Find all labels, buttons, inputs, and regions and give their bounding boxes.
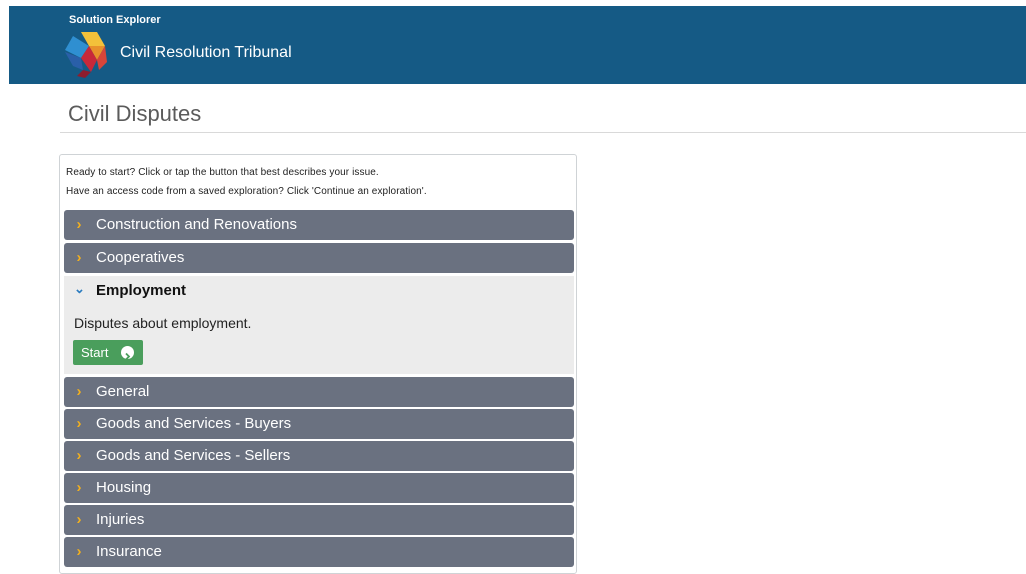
chevron-right-icon: › — [76, 447, 82, 464]
category-goods-sellers[interactable]: › Goods and Services - Sellers — [64, 441, 574, 471]
start-button[interactable]: Start — [73, 340, 143, 365]
access-code-hint: Have an access code from a saved explora… — [66, 186, 427, 197]
title-divider — [60, 132, 1026, 133]
chevron-down-icon[interactable]: ⌄ — [74, 281, 85, 297]
category-label: Cooperatives — [96, 249, 185, 266]
chevron-right-icon: › — [76, 383, 82, 400]
chevron-right-icon: › — [76, 249, 82, 266]
category-construction[interactable]: › Construction and Renovations — [64, 210, 574, 240]
chevron-right-icon: › — [76, 479, 82, 496]
category-label: Goods and Services - Sellers — [96, 447, 291, 464]
hexagon-logo-icon[interactable] — [61, 28, 113, 80]
category-injuries[interactable]: › Injuries — [64, 505, 574, 535]
chevron-right-icon: › — [76, 216, 82, 233]
category-general[interactable]: › General — [64, 377, 574, 407]
intro-text: Ready to start? Click or tap the button … — [66, 167, 379, 178]
category-employment-title[interactable]: Employment — [96, 282, 186, 299]
category-label: Housing — [96, 479, 152, 496]
category-label: Injuries — [96, 511, 145, 528]
chevron-right-icon: › — [76, 511, 82, 528]
category-label: Insurance — [96, 543, 162, 560]
play-circle-icon — [121, 346, 134, 361]
org-name: Civil Resolution Tribunal — [120, 44, 292, 61]
category-goods-buyers[interactable]: › Goods and Services - Buyers — [64, 409, 574, 439]
app-header: Solution Explorer Civil Resolution Tribu… — [9, 6, 1026, 84]
app-name: Solution Explorer — [69, 14, 161, 26]
chevron-right-icon: › — [76, 415, 82, 432]
category-label: Goods and Services - Buyers — [96, 415, 292, 432]
category-label: Construction and Renovations — [96, 216, 297, 233]
chevron-right-icon: › — [76, 543, 82, 560]
page-title: Civil Disputes — [68, 101, 202, 126]
category-insurance[interactable]: › Insurance — [64, 537, 574, 567]
start-label: Start — [81, 345, 109, 360]
category-label: General — [96, 383, 150, 400]
category-housing[interactable]: › Housing — [64, 473, 574, 503]
category-cooperatives[interactable]: › Cooperatives — [64, 243, 574, 273]
category-description: Disputes about employment. — [74, 315, 252, 331]
